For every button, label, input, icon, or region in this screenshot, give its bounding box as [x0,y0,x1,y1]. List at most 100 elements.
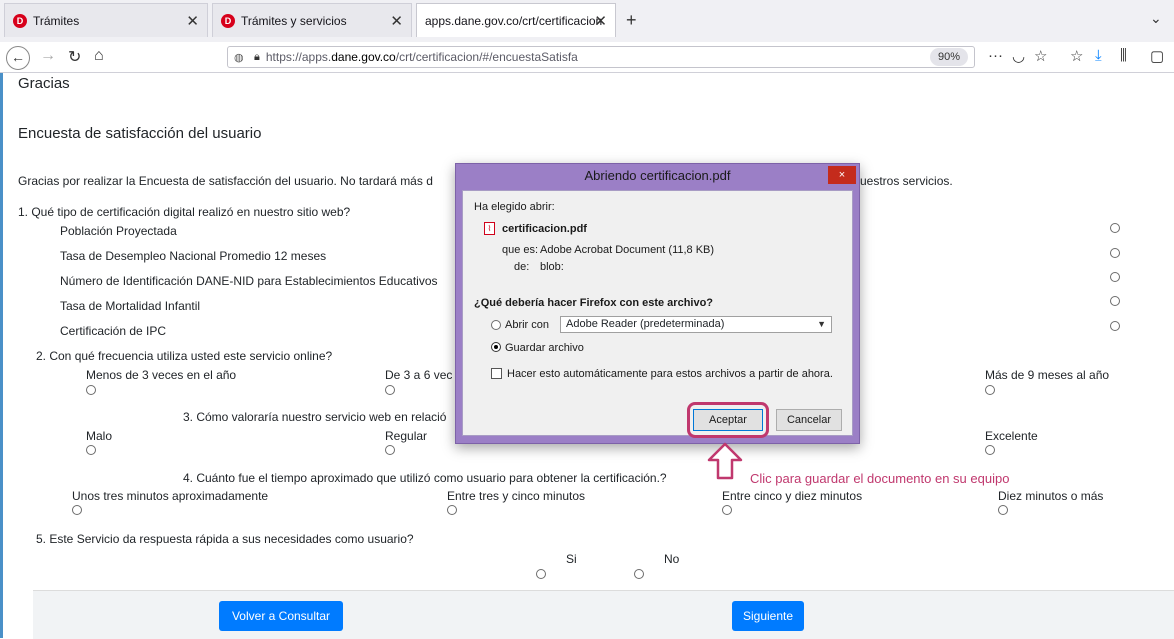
dialog-question: ¿Qué debería hacer Firefox con este arch… [474,297,714,309]
q1-option-label: Certificación de IPC [60,324,167,338]
close-tab-icon[interactable]: ✕ [390,12,403,30]
intro-text-end: uestros servicios. [860,174,953,188]
q1-option-label: Número de Identificación DANE-NID para E… [60,274,438,288]
q2-radio[interactable] [385,385,395,395]
q4-radio[interactable] [722,505,732,515]
radio-selected-dot [494,345,498,349]
question-5: 5. Este Servicio da respuesta rápida a s… [36,532,414,546]
form-footer [33,590,1174,639]
q4-option-label: Diez minutos o más [998,489,1104,503]
url-domain: dane.gov.co [331,50,396,64]
open-with-select[interactable]: Adobe Reader (predeterminada) ▼ [560,316,832,333]
q1-radio[interactable] [1110,321,1120,331]
q1-radio[interactable] [1110,296,1120,306]
back-to-consult-button[interactable]: Volver a Consultar [219,601,343,631]
url-prefix: https://apps. [265,50,332,64]
dane-favicon-icon: D [221,13,235,28]
q3-option-label: Malo [86,429,113,443]
q4-radio[interactable] [72,505,82,515]
tab-label: Trámites [33,13,80,28]
q3-option-label: Excelente [985,429,1038,443]
open-with-label: Abrir con [505,319,550,331]
new-tab-icon[interactable]: + [626,10,637,31]
accept-highlight-box [687,402,769,438]
dialog-close-button[interactable]: × [828,166,856,184]
q2-option-label: De 3 a 6 vec [385,368,453,382]
padlock-icon[interactable]: 🔒︎ [254,51,260,64]
dialog-title: Abriendo certificacion.pdf [584,168,731,183]
bookmark-star-icon[interactable]: ☆ [1034,47,1047,65]
open-with-radio[interactable] [491,320,501,330]
question-2: 2. Con qué frecuencia utiliza usted este… [36,349,333,363]
reload-icon[interactable]: ↻ [68,47,81,67]
library-icon[interactable]: ⫼ [1120,47,1127,64]
q1-option-label: Población Proyectada [60,224,177,238]
tab-list-chevron-icon[interactable]: ⌄ [1150,10,1162,27]
chosen-to-open-label: Ha elegido abrir: [474,201,555,213]
q1-option-label: Tasa de Mortalidad Infantil [60,299,201,313]
file-type-label: que es: [502,244,539,256]
file-type-value: Adobe Acrobat Document (11,8 KB) [540,244,715,256]
download-icon[interactable]: ⤓ [1095,47,1102,64]
zoom-level[interactable]: 90% [930,48,968,66]
tab-label: apps.dane.gov.co/crt/certificacion [425,13,603,28]
save-file-label: Guardar archivo [505,342,584,354]
q3-radio[interactable] [385,445,395,455]
gracias-heading: Gracias [18,75,70,92]
q3-radio[interactable] [985,445,995,455]
chevron-down-icon: ▼ [817,319,826,329]
url-path: /crt/certificacion/#/encuestaSatisfa [395,50,578,64]
q4-option-label: Entre cinco y diez minutos [722,489,863,503]
q4-radio[interactable] [447,505,457,515]
tab-tramites-servicios[interactable]: D Trámites y servicios ✕ [212,3,412,37]
pocket-icon[interactable]: ◡ [1012,47,1025,65]
q5-option-label: Si [566,552,577,566]
callout-text: Clic para guardar el documento en su equ… [750,471,1010,486]
auto-action-checkbox[interactable] [491,368,502,379]
up-arrow-icon [707,442,743,483]
forward-arrow-icon[interactable]: → [40,47,56,65]
q3-option-label: Regular [385,429,428,443]
auto-action-label: Hacer esto automáticamente para estos ar… [507,368,833,380]
bookmarks-icon[interactable]: ☆ [1070,47,1083,65]
intro-text: Gracias por realizar la Encuesta de sati… [18,174,433,188]
q2-option-label: Más de 9 meses al año [985,368,1110,382]
q1-radio[interactable] [1110,272,1120,282]
sidebar-icon[interactable]: ▢ [1150,47,1164,65]
q2-radio[interactable] [86,385,96,395]
save-file-radio[interactable] [491,342,501,352]
file-from-value: blob: [540,261,564,273]
q1-option-label: Tasa de Desempleo Nacional Promedio 12 m… [60,249,327,263]
home-icon[interactable]: ⌂ [94,47,104,65]
q4-option-label: Entre tres y cinco minutos [447,489,586,503]
question-3: 3. Cómo valoraría nuestro servicio web e… [183,410,447,424]
pdf-file-icon: ⌇ [484,222,495,235]
question-4: 4. Cuánto fue el tiempo aproximado que u… [183,471,667,485]
q5-radio[interactable] [536,569,546,579]
q5-option-label: No [664,552,680,566]
close-tab-icon[interactable]: ✕ [594,12,607,30]
file-name: certificacion.pdf [502,223,587,235]
close-tab-icon[interactable]: ✕ [186,12,199,30]
url-bar[interactable]: ◍ 🔒︎ https://apps. dane.gov.co/crt/certif… [227,46,975,68]
question-1: 1. Qué tipo de certificación digital rea… [18,205,351,219]
more-actions-icon[interactable]: ··· [988,47,1003,64]
q4-option-label: Unos tres minutos aproximadamente [72,489,269,503]
cancel-button[interactable]: Cancelar [776,409,842,431]
back-arrow-icon[interactable]: ← [6,46,30,70]
q1-radio[interactable] [1110,248,1120,258]
dane-favicon-icon: D [13,13,27,28]
q1-radio[interactable] [1110,223,1120,233]
tracking-shield-icon[interactable]: ◍ [234,51,246,64]
tab-tramites[interactable]: D Trámites ✕ [4,3,208,37]
tab-label: Trámites y servicios [241,13,347,28]
q4-radio[interactable] [998,505,1008,515]
file-from-label: de: [514,261,530,273]
tab-certificacion[interactable]: apps.dane.gov.co/crt/certificacion ✕ [416,3,616,37]
q2-option-label: Menos de 3 veces en el año [86,368,237,382]
open-with-value: Adobe Reader (predeterminada) [566,318,725,330]
q2-radio[interactable] [985,385,995,395]
next-button[interactable]: Siguiente [732,601,804,631]
q3-radio[interactable] [86,445,96,455]
q5-radio[interactable] [634,569,644,579]
